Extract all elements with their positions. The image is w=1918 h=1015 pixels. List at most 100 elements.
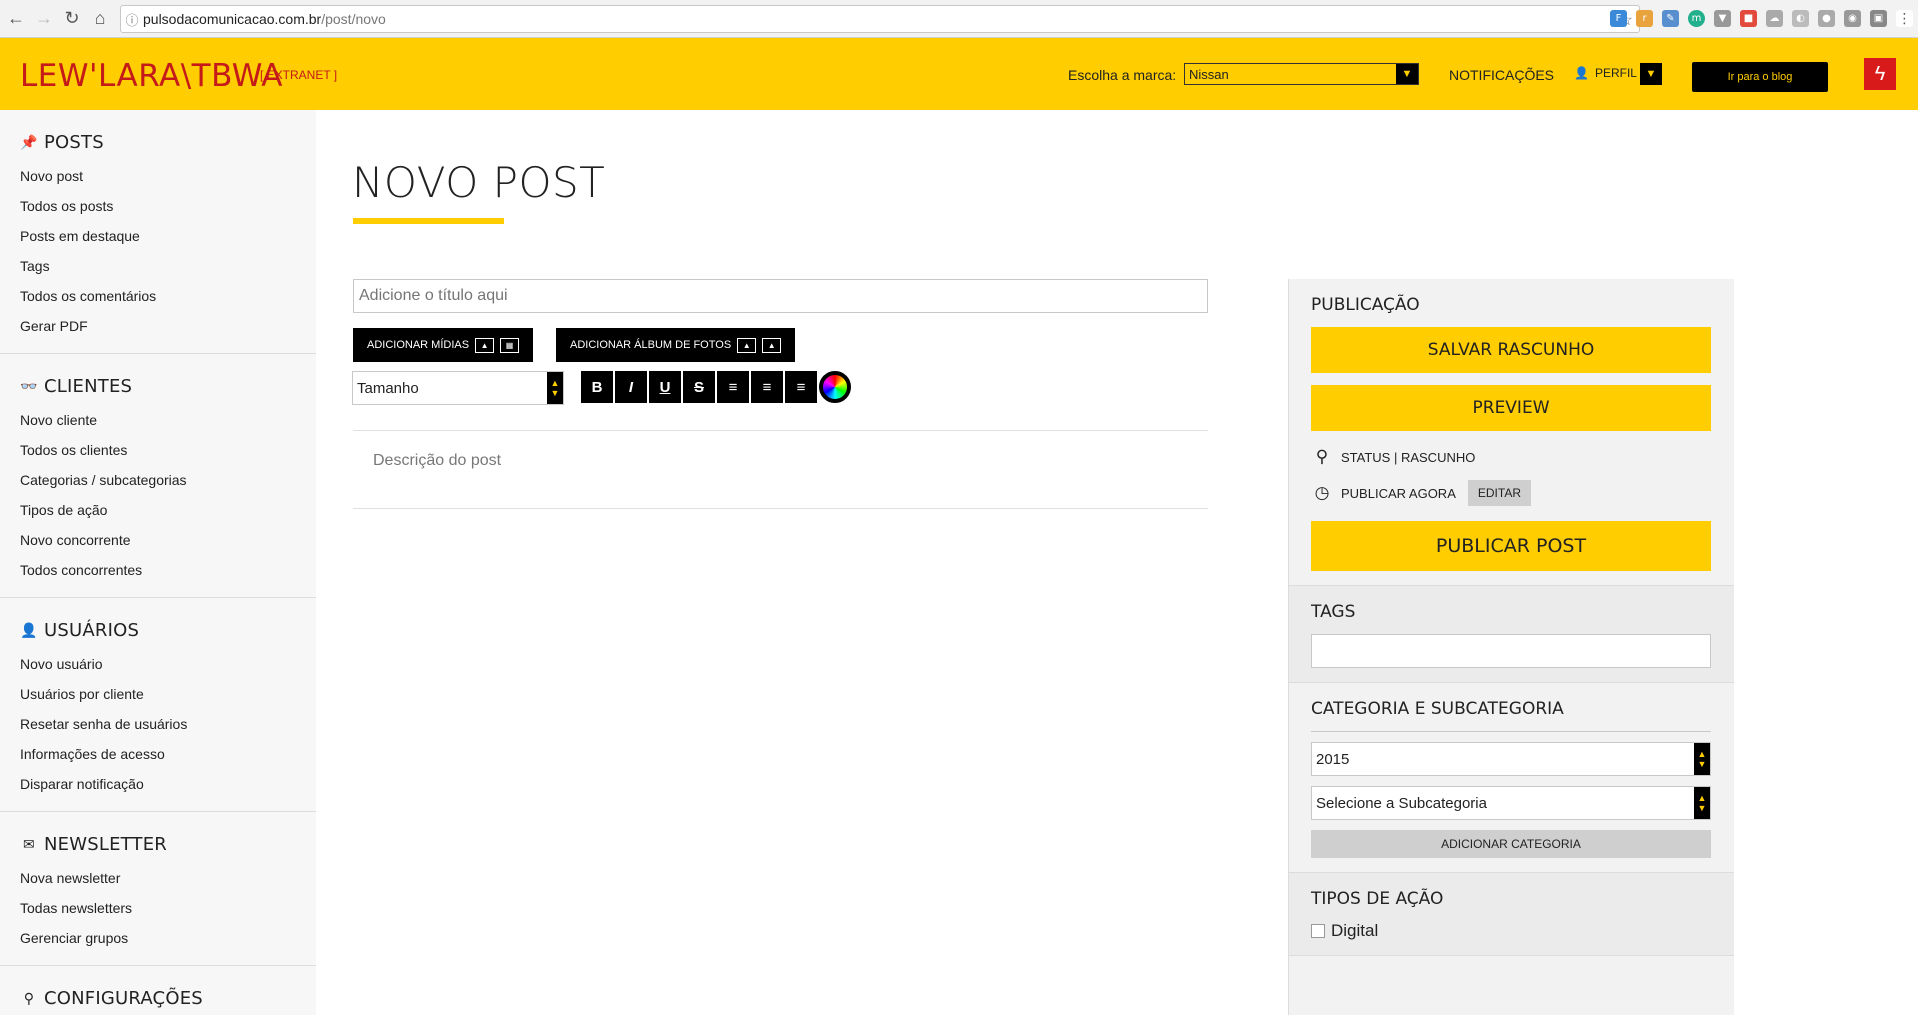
extension-icon[interactable]: ● — [1818, 10, 1835, 27]
add-photo-album-button[interactable]: ADICIONAR ÁLBUM DE FOTOS ▲ ▲ — [556, 328, 796, 362]
extension-icon[interactable]: F — [1610, 10, 1627, 27]
user-icon: 👤 — [20, 622, 38, 639]
sidebar-item-usuarios-cliente[interactable]: Usuários por cliente — [20, 679, 316, 709]
info-icon[interactable]: ⓘ — [121, 10, 143, 29]
publish-post-button[interactable]: PUBLICAR POST — [1311, 521, 1711, 571]
extension-icon[interactable]: m — [1688, 10, 1705, 27]
lightning-icon[interactable]: ϟ — [1864, 58, 1896, 90]
publish-now-text: PUBLICAR AGORA — [1341, 485, 1456, 501]
bold-button[interactable]: B — [581, 371, 613, 403]
sidebar-section-clientes: 👓 CLIENTES Novo cliente Todos os clientes… — [0, 354, 316, 598]
sidebar-item-tags[interactable]: Tags — [20, 251, 316, 281]
checkbox[interactable] — [1311, 924, 1325, 938]
align-center-button[interactable]: ≡ — [751, 371, 783, 403]
action-type-option[interactable]: Digital — [1311, 921, 1712, 941]
sidebar-item-gerar-pdf[interactable]: Gerar PDF — [20, 311, 316, 341]
forward-icon[interactable]: → — [32, 7, 56, 31]
url-path: /post/novo — [321, 11, 386, 27]
page-title: NOVO POST — [352, 158, 606, 207]
category-select[interactable]: 2015 ▲ ▼ — [1311, 742, 1711, 776]
sidebar-section-configuracoes: ⚲ CONFIGURAÇÕES — [0, 966, 316, 1015]
pin-icon: 📌 — [20, 134, 38, 151]
save-draft-button[interactable]: SALVAR RASCUNHO — [1311, 327, 1711, 373]
chevron-down-icon: ▼ — [1645, 68, 1657, 80]
map-pin-icon: ⚲ — [1315, 447, 1329, 466]
editor-divider — [353, 430, 1208, 431]
extension-icon[interactable]: ▼ — [1714, 10, 1731, 27]
home-icon[interactable]: ⌂ — [88, 7, 112, 31]
add-media-button[interactable]: ADICIONAR MÍDIAS ▲ ▦ — [353, 328, 534, 362]
sidebar-section-title: 📌 POSTS — [20, 132, 104, 153]
sidebar-item-posts-destaque[interactable]: Posts em destaque — [20, 221, 316, 251]
sidebar-item-tipos-acao[interactable]: Tipos de ação — [20, 495, 316, 525]
post-title-input[interactable] — [353, 279, 1208, 313]
camera-icon[interactable]: ▣ — [1870, 10, 1887, 27]
sidebar-item-novo-concorrente[interactable]: Novo concorrente — [20, 525, 316, 555]
sidebar-item-disparar-notificacao[interactable]: Disparar notificação — [20, 769, 316, 799]
action-type-label: Digital — [1331, 921, 1379, 940]
stepper-arrows-icon: ▲ ▼ — [547, 372, 563, 404]
italic-button[interactable]: I — [615, 371, 647, 403]
sidebar-section-posts: 📌 POSTS Novo post Todos os posts Posts em… — [0, 110, 316, 354]
brand-select-value: Nissan — [1189, 67, 1229, 82]
film-icon: ▦ — [500, 337, 520, 353]
subcategory-select[interactable]: Selecione a Subcategoria ▲ ▼ — [1311, 786, 1711, 820]
extension-icon[interactable]: ◉ — [1844, 10, 1861, 27]
profile-link[interactable]: 👤 PERFIL — [1574, 66, 1637, 80]
sidebar: 📌 POSTS Novo post Todos os posts Posts em… — [0, 110, 316, 1015]
brand-select[interactable]: Nissan ▼ — [1184, 63, 1419, 85]
sidebar-section-title[interactable]: ⚲ CONFIGURAÇÕES — [20, 988, 316, 1009]
back-icon[interactable]: ← — [4, 7, 28, 31]
extension-icon[interactable]: ✎ — [1662, 10, 1679, 27]
strikethrough-button[interactable]: S — [683, 371, 715, 403]
sidebar-item-categorias[interactable]: Categorias / subcategorias — [20, 465, 316, 495]
align-left-button[interactable]: ≡ — [717, 371, 749, 403]
stepper-arrows-icon: ▲ ▼ — [1694, 787, 1710, 819]
reload-icon[interactable]: ↻ — [60, 7, 84, 31]
logo[interactable]: LEW'LARA\TBWA — [20, 58, 283, 94]
logo-subtitle: [ EXTRANET ] — [260, 68, 338, 82]
address-bar[interactable]: ⓘ pulsodacomunicacao.com.br/post/novo ☆ — [120, 5, 1640, 33]
extension-icon[interactable]: ☁ — [1766, 10, 1783, 27]
font-size-select[interactable]: Tamanho ▲ ▼ — [352, 371, 564, 405]
preview-button[interactable]: PREVIEW — [1311, 385, 1711, 431]
edit-publish-time-button[interactable]: EDITAR — [1467, 480, 1531, 506]
extension-icon[interactable]: ◐ — [1792, 10, 1809, 27]
publish-time-line: ◷ PUBLICAR AGORA EDITAR — [1311, 479, 1712, 507]
profile-dropdown-button[interactable]: ▼ — [1640, 63, 1662, 85]
color-picker-icon[interactable] — [819, 371, 851, 403]
post-description-editor[interactable]: Descrição do post — [373, 452, 501, 470]
add-category-button[interactable]: ADICIONAR CATEGORIA — [1311, 830, 1711, 858]
sidebar-item-todos-clientes[interactable]: Todos os clientes — [20, 435, 316, 465]
sidebar-item-informacoes-acesso[interactable]: Informações de acesso — [20, 739, 316, 769]
sidebar-item-resetar-senha[interactable]: Resetar senha de usuários — [20, 709, 316, 739]
sidebar-item-gerenciar-grupos[interactable]: Gerenciar grupos — [20, 923, 316, 953]
sidebar-item-todas-newsletters[interactable]: Todas newsletters — [20, 893, 316, 923]
extension-icon[interactable]: r — [1636, 10, 1653, 27]
sidebar-item-novo-usuario[interactable]: Novo usuário — [20, 649, 316, 679]
sidebar-section-usuarios: 👤 USUÁRIOS Novo usuário Usuários por clie… — [0, 598, 316, 812]
extension-icon[interactable]: ■ — [1740, 10, 1757, 27]
extensions-bar: F r ✎ m ▼ ■ ☁ ◐ ● ◉ ▣ ⋮ — [1610, 10, 1913, 27]
align-right-button[interactable]: ≡ — [785, 371, 817, 403]
chevron-down-icon: ▼ — [1396, 64, 1418, 84]
sidebar-item-todos-concorrentes[interactable]: Todos concorrentes — [20, 555, 316, 585]
tags-input[interactable] — [1311, 634, 1711, 668]
sidebar-section-title: 👓 CLIENTES — [20, 376, 133, 397]
underline-button[interactable]: U — [649, 371, 681, 403]
search-icon: ⚲ — [23, 990, 35, 1007]
notifications-link[interactable]: NOTIFICAÇÕES — [1449, 67, 1554, 83]
sidebar-item-comentarios[interactable]: Todos os comentários — [20, 281, 316, 311]
user-icon: 👤 — [1574, 66, 1589, 80]
category-title: CATEGORIA E SUBCATEGORIA — [1311, 699, 1564, 719]
menu-icon[interactable]: ⋮ — [1896, 10, 1913, 27]
sidebar-section-title: ✉ NEWSLETTER — [20, 834, 316, 855]
category-divider — [1311, 731, 1711, 732]
image-icon: ▲ — [762, 337, 782, 353]
sidebar-item-nova-newsletter[interactable]: Nova newsletter — [20, 863, 316, 893]
sidebar-item-novo-cliente[interactable]: Novo cliente — [20, 405, 316, 435]
sidebar-item-novo-post[interactable]: Novo post — [20, 161, 316, 191]
go-to-blog-button[interactable]: Ir para o blog — [1692, 62, 1828, 92]
sidebar-item-todos-posts[interactable]: Todos os posts — [20, 191, 316, 221]
tags-section: TAGS — [1289, 586, 1734, 683]
